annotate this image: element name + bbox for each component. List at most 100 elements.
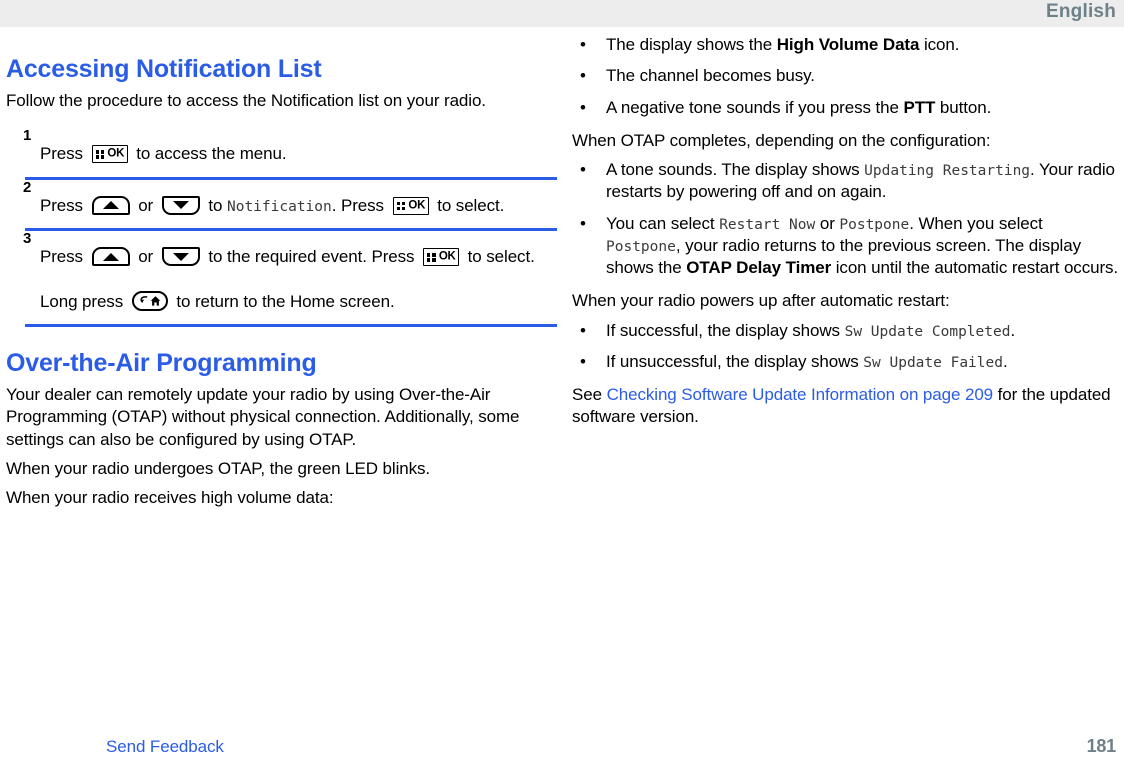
- list-item: • The display shows the High Volume Data …: [572, 34, 1120, 56]
- down-arrow-key-icon: [161, 195, 200, 215]
- text-run: . When you select: [909, 213, 1043, 233]
- ok-menu-key-icon: OK: [392, 196, 429, 215]
- text-run: Long press: [40, 291, 128, 311]
- step-number: 1: [23, 127, 32, 145]
- text-run: button.: [935, 97, 992, 117]
- list-item: • A negative tone sounds if you press the…: [572, 97, 1120, 119]
- text-run: .: [1010, 320, 1016, 340]
- step-number: 2: [23, 178, 32, 196]
- section-intro-paragraph: Follow the procedure to access the Notif…: [6, 91, 486, 110]
- procedure-step: 1 Press OK to access the menu.: [6, 128, 554, 169]
- powers-up-bullet-list: • If successful, the display shows Sw Upd…: [572, 320, 1120, 374]
- up-triangle-glyph: [102, 201, 119, 210]
- radio-display-text: Notification: [226, 198, 332, 215]
- text-run: .: [1002, 351, 1008, 371]
- text-run: If successful, the display shows: [606, 320, 845, 340]
- text-run: or: [815, 213, 840, 233]
- step-line: Long press to return to the Home screen.: [40, 286, 554, 317]
- step-body: Press or to the required event. Press OK…: [40, 231, 554, 317]
- bullet-dot-icon: •: [580, 97, 586, 117]
- step-line: Press or to the required event. Press OK…: [40, 241, 554, 272]
- text-run: to access the menu.: [131, 144, 287, 164]
- bullet-dot-icon: •: [580, 160, 586, 180]
- high-volume-data-bullet-list: • The display shows the High Volume Data …: [572, 34, 1120, 119]
- ok-key-label: OK: [438, 250, 456, 263]
- home-glyph: [150, 295, 161, 306]
- send-feedback-link[interactable]: Send Feedback: [106, 737, 224, 757]
- text-run: You can select: [606, 213, 720, 233]
- bullet-dot-icon: •: [580, 320, 586, 340]
- list-item: • You can select Restart Now or Postpone.…: [572, 213, 1120, 280]
- radio-display-text: Postpone: [606, 238, 676, 255]
- radio-display-text: Sw Update Completed: [844, 323, 1011, 340]
- list-item: • If unsuccessful, the display shows Sw U…: [572, 351, 1120, 373]
- text-run: icon until the automatic restart occurs.: [831, 258, 1119, 278]
- emphasis-text: PTT: [903, 97, 936, 117]
- ok-key-label: OK: [408, 198, 426, 211]
- page-content: Accessing Notification List Follow the p…: [0, 27, 1124, 727]
- radio-display-text: Postpone: [839, 216, 910, 233]
- ok-menu-key-icon: OK: [423, 248, 460, 267]
- step-line: Press or to Notification. Press OK to se…: [40, 190, 554, 221]
- radio-display-text: Restart Now: [719, 216, 816, 233]
- step-body: Press OK to access the menu.: [40, 128, 554, 169]
- text-run: . Press: [331, 195, 389, 215]
- text-run: Press: [40, 195, 88, 215]
- procedure-step: 2 Press or to Notification. Press OK to s…: [6, 180, 554, 221]
- radio-display-text: Updating Restarting: [864, 163, 1031, 180]
- bullet-dot-icon: •: [580, 213, 586, 233]
- header-language-label: English: [1045, 1, 1116, 22]
- page-header: English: [0, 0, 1124, 27]
- otap-completes-intro: When OTAP completes, depending on the co…: [572, 130, 991, 150]
- right-column: • The display shows the High Volume Data …: [572, 27, 1120, 429]
- step-line: Press OK to access the menu.: [40, 138, 554, 169]
- text-run: to: [203, 195, 227, 215]
- down-arrow-key-icon: [161, 247, 200, 267]
- list-item: • If successful, the display shows Sw Upd…: [572, 320, 1120, 342]
- see-also-prefix: See: [572, 385, 607, 405]
- bullet-dot-icon: •: [580, 35, 586, 54]
- otap-completes-bullet-list: • A tone sounds. The display shows Updati…: [572, 159, 1120, 279]
- back-home-glyph-group: [139, 295, 161, 306]
- menu-grid-glyph: [427, 253, 436, 262]
- text-run: icon.: [919, 35, 960, 54]
- text-run: The channel becomes busy.: [606, 66, 815, 86]
- back-home-key-icon: [131, 290, 168, 311]
- procedure-steps: 1 Press OK to access the menu. 2 Press or t…: [6, 128, 557, 328]
- up-triangle-glyph: [102, 252, 119, 261]
- cross-reference-link[interactable]: Checking Software Update Information on …: [607, 385, 994, 404]
- text-run: A negative tone sounds if you press the: [606, 97, 904, 117]
- emphasis-text: OTAP Delay Timer: [686, 258, 832, 278]
- text-run: or: [133, 195, 158, 215]
- body-paragraph: When your radio undergoes OTAP, the gree…: [6, 458, 431, 478]
- up-arrow-key-icon: [91, 195, 130, 215]
- text-run: or: [133, 247, 158, 267]
- list-item: • A tone sounds. The display shows Updati…: [572, 159, 1120, 204]
- down-triangle-glyph: [172, 201, 189, 210]
- powers-up-intro: When your radio powers up after automati…: [572, 291, 950, 311]
- section-heading-otap: Over-the-Air Programming: [6, 349, 317, 378]
- procedure-step: 3 Press or to the required event. Press O…: [6, 231, 554, 317]
- step-number: 3: [23, 230, 32, 248]
- text-run: A tone sounds. The display shows: [606, 160, 865, 180]
- otap-paragraphs: Your dealer can remotely update your rad…: [6, 384, 554, 509]
- menu-grid-glyph: [95, 150, 105, 159]
- bullet-dot-icon: •: [580, 66, 586, 86]
- down-triangle-glyph: [172, 252, 189, 261]
- emphasis-text: High Volume Data: [776, 35, 920, 54]
- left-column: Accessing Notification List Follow the p…: [6, 27, 557, 509]
- text-run: to the required event. Press: [203, 247, 420, 267]
- step-body: Press or to Notification. Press OK to se…: [40, 180, 554, 221]
- page-footer: Send Feedback 181: [0, 728, 1124, 762]
- ok-menu-key-icon: OK: [91, 145, 128, 164]
- radio-display-text: Sw Update Failed: [863, 354, 1003, 371]
- text-run: The display shows the: [606, 35, 777, 54]
- ok-key-label: OK: [107, 147, 125, 160]
- page-title: Accessing Notification List: [6, 55, 322, 83]
- text-run: to select.: [432, 195, 505, 215]
- text-run: to return to the Home screen.: [171, 291, 395, 311]
- body-paragraph: When your radio receives high volume dat…: [6, 488, 334, 508]
- list-item: • The channel becomes busy.: [572, 65, 1120, 87]
- up-arrow-key-icon: [91, 247, 130, 267]
- menu-grid-glyph: [396, 201, 406, 211]
